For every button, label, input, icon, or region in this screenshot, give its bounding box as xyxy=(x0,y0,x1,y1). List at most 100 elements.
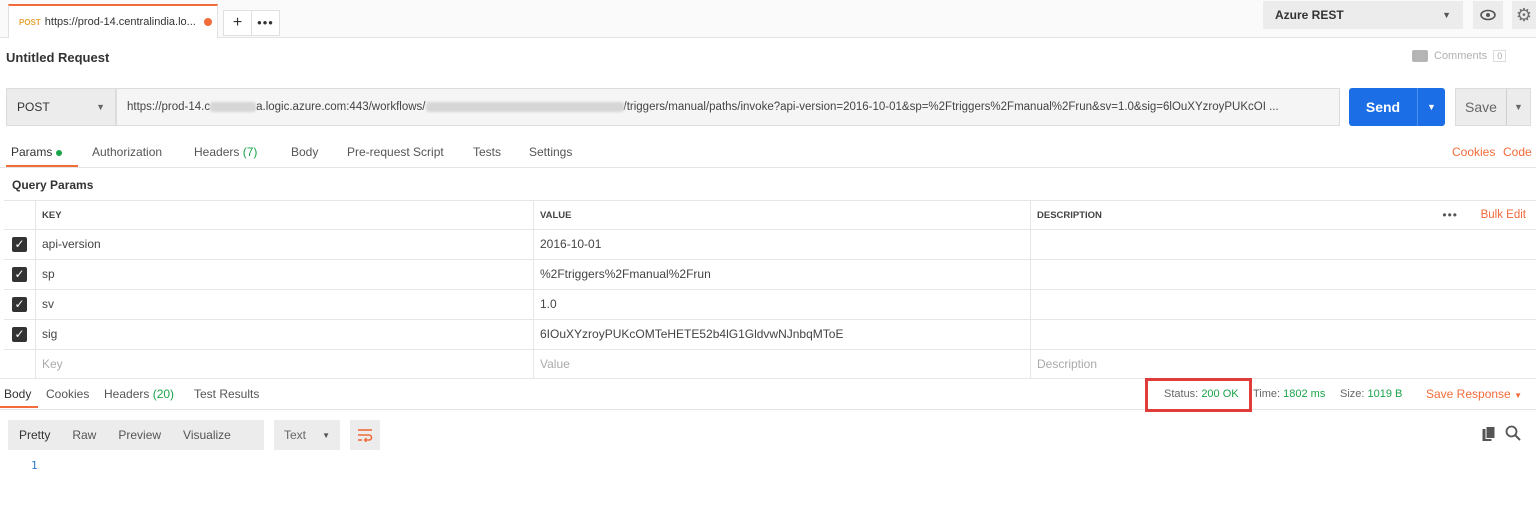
send-button[interactable]: Send ▼ xyxy=(1349,88,1445,126)
tab-params-label: Params xyxy=(11,145,53,159)
response-tab-test-results[interactable]: Test Results xyxy=(194,387,259,401)
send-button-label: Send xyxy=(1365,99,1401,115)
param-key[interactable]: sv xyxy=(36,290,534,319)
code-link[interactable]: Code xyxy=(1503,145,1532,159)
response-tab-body[interactable]: Body xyxy=(4,387,31,401)
tab-authorization[interactable]: Authorization xyxy=(92,145,162,159)
request-tab[interactable]: POST https://prod-14.centralindia.lo... xyxy=(8,4,218,38)
request-title[interactable]: Untitled Request xyxy=(6,50,109,65)
save-button[interactable]: Save ▼ xyxy=(1455,88,1531,126)
row-checkbox-cell[interactable]: ✓ xyxy=(4,290,36,319)
bulk-edit-link[interactable]: Bulk Edit xyxy=(1481,201,1526,230)
param-value[interactable]: 1.0 xyxy=(534,290,1031,319)
header-check-cell xyxy=(4,201,36,230)
send-options-chevron-icon[interactable]: ▼ xyxy=(1417,88,1445,126)
tab-headers-count: (7) xyxy=(242,145,258,159)
table-row: ✓ sp %2Ftriggers%2Fmanual%2Frun xyxy=(4,259,1536,289)
chevron-down-icon: ▼ xyxy=(96,102,105,112)
active-dot-icon xyxy=(56,149,63,156)
wrap-lines-icon xyxy=(358,429,373,442)
comments-button[interactable]: Comments 0 xyxy=(1412,50,1507,62)
wrap-lines-button[interactable] xyxy=(350,420,380,450)
format-raw-button[interactable]: Raw xyxy=(61,428,107,442)
response-tab-headers-label: Headers xyxy=(104,387,150,401)
environment-quick-look-button[interactable] xyxy=(1473,1,1503,29)
new-value-input[interactable]: Value xyxy=(534,350,1031,379)
language-select[interactable]: Text ▼ xyxy=(274,420,340,450)
format-preview-button[interactable]: Preview xyxy=(107,428,172,442)
environment-select-value: Azure REST xyxy=(1275,8,1344,22)
url-input[interactable]: https://prod-14.c a.logic.azure.com:443/… xyxy=(116,88,1340,126)
save-response-button[interactable]: Save Response ▼ xyxy=(1426,387,1522,401)
tab-headers[interactable]: Headers (7) xyxy=(194,145,257,159)
manage-environments-button[interactable]: ⚙ xyxy=(1512,1,1536,29)
row-checkbox-cell[interactable]: ✓ xyxy=(4,320,36,349)
environment-select[interactable]: Azure REST ▼ xyxy=(1263,1,1463,29)
checkbox-checked-icon[interactable]: ✓ xyxy=(12,267,27,282)
checkbox-checked-icon[interactable]: ✓ xyxy=(12,297,27,312)
param-value[interactable]: 2016-10-01 xyxy=(534,230,1031,259)
cookies-link[interactable]: Cookies xyxy=(1452,145,1495,159)
column-header-key: KEY xyxy=(36,201,534,230)
url-text-prefix: https://prod-14.c xyxy=(127,101,211,113)
divider xyxy=(0,378,1536,379)
eye-icon xyxy=(1480,9,1496,21)
table-row: ✓ sig 6IOuXYzroyPUKcOMTeHETE52b4lG1Gldvw… xyxy=(4,319,1536,349)
size-label: Size: xyxy=(1340,388,1365,400)
request-tabs: Params Authorization Headers (7) Body Pr… xyxy=(0,138,1536,168)
tab-pre-request-script[interactable]: Pre-request Script xyxy=(347,145,444,159)
tab-more-button[interactable]: ••• xyxy=(251,11,279,35)
status-label: Status: xyxy=(1164,388,1199,400)
tab-tests[interactable]: Tests xyxy=(473,145,501,159)
new-tab-button[interactable]: + xyxy=(224,11,251,35)
gear-icon: ⚙ xyxy=(1515,4,1533,25)
checkbox-checked-icon[interactable]: ✓ xyxy=(12,327,27,342)
status-value: 200 OK xyxy=(1201,388,1239,400)
format-visualize-button[interactable]: Visualize xyxy=(172,428,242,442)
tab-body[interactable]: Body xyxy=(291,145,318,159)
response-time: Time: 1802 ms xyxy=(1253,388,1325,400)
new-key-input[interactable]: Key xyxy=(36,350,534,379)
chevron-down-icon: ▼ xyxy=(1514,391,1522,400)
param-description[interactable] xyxy=(1031,260,1536,289)
response-size: Size: 1019 B xyxy=(1340,388,1402,400)
param-key[interactable]: sp xyxy=(36,260,534,289)
param-description[interactable] xyxy=(1031,320,1536,349)
checkbox-checked-icon[interactable]: ✓ xyxy=(12,237,27,252)
save-button-label: Save xyxy=(1465,99,1497,115)
time-label: Time: xyxy=(1253,388,1281,400)
param-key[interactable]: sig xyxy=(36,320,534,349)
line-number: 1 xyxy=(31,459,38,472)
search-icon[interactable] xyxy=(1505,425,1521,441)
time-value: 1802 ms xyxy=(1283,388,1326,400)
column-options-button[interactable]: ••• xyxy=(1442,201,1458,230)
redacted-segment xyxy=(425,102,624,112)
format-toggle-group: Pretty Raw Preview Visualize xyxy=(8,420,264,450)
row-checkbox-cell[interactable]: ✓ xyxy=(4,230,36,259)
new-param-row: Key Value Description xyxy=(4,349,1536,379)
param-key[interactable]: api-version xyxy=(36,230,534,259)
column-header-value: VALUE xyxy=(534,201,1031,230)
query-params-title: Query Params xyxy=(12,178,94,192)
format-pretty-button[interactable]: Pretty xyxy=(8,428,61,442)
param-description[interactable] xyxy=(1031,290,1536,319)
size-value: 1019 B xyxy=(1367,388,1403,400)
param-value[interactable]: 6IOuXYzroyPUKcOMTeHETE52b4lG1GldvwNJnbqM… xyxy=(534,320,1031,349)
active-tab-indicator xyxy=(0,406,38,408)
tab-settings[interactable]: Settings xyxy=(529,145,572,159)
save-options-chevron-icon[interactable]: ▼ xyxy=(1506,89,1530,125)
row-checkbox-cell[interactable]: ✓ xyxy=(4,260,36,289)
tab-headers-label: Headers xyxy=(194,145,240,159)
tab-params[interactable]: Params xyxy=(11,145,63,159)
new-description-input[interactable]: Description xyxy=(1031,350,1536,379)
save-response-label: Save Response xyxy=(1426,387,1511,401)
response-tab-headers[interactable]: Headers (20) xyxy=(104,387,174,401)
comments-count: 0 xyxy=(1493,50,1507,62)
chevron-down-icon: ▼ xyxy=(322,430,330,440)
method-select[interactable]: POST ▼ xyxy=(6,88,116,126)
param-description[interactable] xyxy=(1031,230,1536,259)
comments-label: Comments xyxy=(1434,50,1488,62)
param-value[interactable]: %2Ftriggers%2Fmanual%2Frun xyxy=(534,260,1031,289)
copy-icon[interactable] xyxy=(1482,426,1496,442)
response-tab-cookies[interactable]: Cookies xyxy=(46,387,89,401)
